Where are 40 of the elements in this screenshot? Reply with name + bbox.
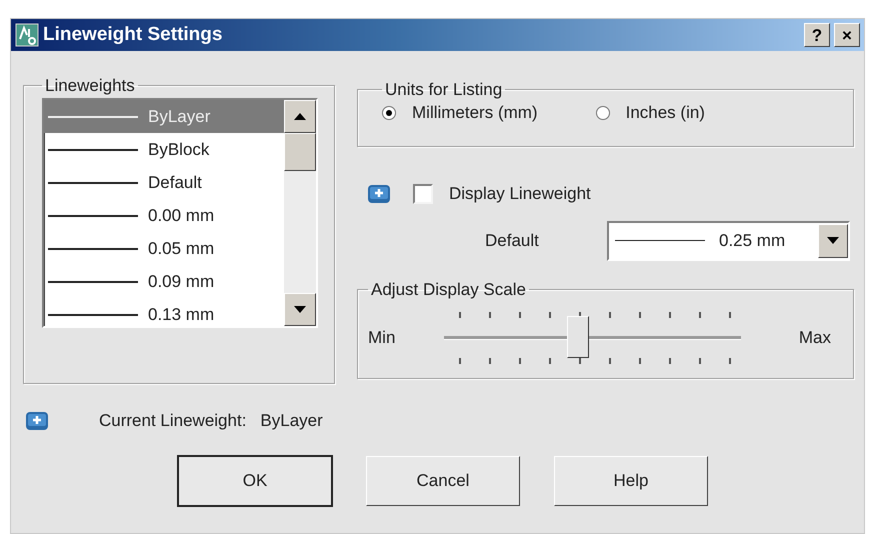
scroll-thumb[interactable] [284, 133, 316, 171]
lineweight-list[interactable]: ByLayer ByBlock Default 0.00 mm 0.05 mm 0.09 mm 0.13 mm [42, 98, 318, 328]
display-lineweight-checkbox[interactable] [413, 184, 433, 204]
group-title: Adjust Display Scale [370, 280, 527, 298]
up-arrow-icon [294, 113, 306, 120]
lineweight-icon [367, 182, 391, 205]
radio-button[interactable] [382, 106, 396, 120]
scrollbar[interactable] [284, 100, 316, 326]
current-lineweight-label: Current Lineweight: [99, 410, 246, 432]
window-title: Lineweight Settings [43, 22, 222, 47]
slider-thumb[interactable] [566, 316, 589, 358]
lineweight-item[interactable]: ByLayer [44, 100, 284, 133]
lineweight-item[interactable]: ByBlock [44, 133, 284, 166]
close-button[interactable]: × [834, 23, 860, 47]
down-arrow-icon [294, 306, 306, 313]
radio-label[interactable]: Inches (in) [626, 100, 705, 126]
dropdown-arrow-icon [827, 237, 839, 244]
group-title: Units for Listing [384, 81, 504, 98]
scroll-up-button[interactable] [284, 100, 316, 133]
app-icon [15, 23, 39, 47]
help-button[interactable]: ? [804, 23, 830, 47]
max-label: Max [798, 326, 831, 349]
lineweight-item[interactable]: Default [44, 166, 284, 199]
radio-label[interactable]: Millimeters (mm) [412, 100, 538, 126]
scroll-down-button[interactable] [284, 293, 316, 326]
lineweight-item[interactable]: 0.00 mm [44, 199, 284, 232]
radio-button[interactable] [596, 106, 610, 120]
dialog-button[interactable]: Cancel [366, 456, 520, 506]
lineweight-item[interactable]: 0.05 mm [44, 232, 284, 265]
checkbox-label[interactable]: Display Lineweight [449, 181, 591, 206]
dialog-button[interactable]: OK [178, 456, 332, 506]
current-lineweight-value: ByLayer [260, 410, 323, 432]
dialog-button[interactable]: Help [554, 456, 708, 506]
lineweight-item[interactable]: 0.13 mm [44, 298, 284, 331]
default-label: Default [485, 230, 540, 252]
group-title: Lineweights [44, 77, 136, 94]
lineweight-icon [25, 410, 49, 432]
lineweight-item[interactable]: 0.09 mm [44, 265, 284, 298]
min-label: Min [368, 326, 396, 349]
default-lineweight-dropdown[interactable]: 0.25 mm [607, 220, 850, 260]
